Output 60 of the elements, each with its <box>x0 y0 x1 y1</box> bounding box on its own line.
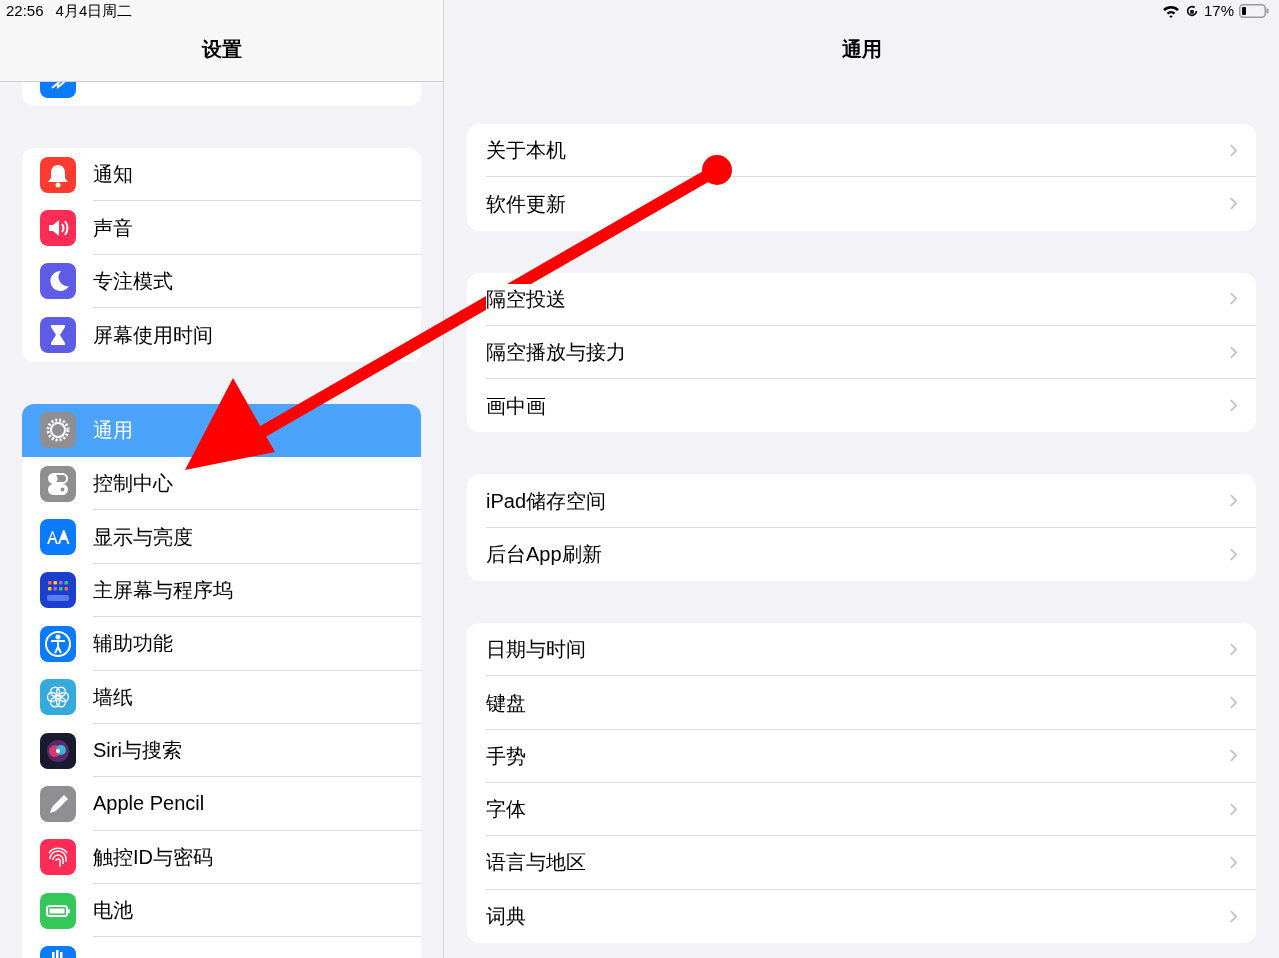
hourglass-icon <box>40 316 76 353</box>
battery-icon <box>40 892 76 929</box>
speaker-icon <box>40 210 76 247</box>
moon-icon <box>40 263 76 300</box>
sidebar-item-label: 触控ID与密码 <box>93 844 213 870</box>
settings-row[interactable]: 手势 <box>467 729 1256 783</box>
sidebar-item-label: Siri与搜索 <box>93 738 182 764</box>
settings-row[interactable]: 词典 <box>467 889 1256 943</box>
sidebar-item-label: 通知 <box>93 162 133 188</box>
sidebar-title: 设置 <box>201 36 242 62</box>
page-title: 通用 <box>841 37 882 62</box>
sidebar-item-label: 电池 <box>93 898 133 924</box>
chevron-icon <box>1229 291 1238 307</box>
text-size-icon <box>40 519 76 556</box>
sidebar-item-label: 声音 <box>93 215 133 241</box>
settings-row[interactable]: 软件更新 <box>467 177 1256 231</box>
sidebar-item-label: 墙纸 <box>93 684 133 710</box>
chevron-icon <box>1229 641 1238 657</box>
settings-row[interactable]: 字体 <box>467 782 1256 837</box>
status-date: 4月4日周二 <box>55 1 133 22</box>
chevron-icon <box>1229 854 1238 870</box>
chevron-icon <box>1229 546 1238 562</box>
chevron-icon <box>1229 493 1238 509</box>
sidebar-item-label: 辅助功能 <box>93 631 173 657</box>
pencil-icon <box>40 786 76 822</box>
chevron-icon <box>1229 398 1238 414</box>
chevron-icon <box>1229 344 1238 360</box>
settings-row[interactable]: 隔空播放与接力 <box>467 325 1256 380</box>
settings-row[interactable]: 日期与时间 <box>467 623 1256 677</box>
bell-icon <box>40 156 76 193</box>
chevron-icon <box>1229 908 1238 924</box>
toggles-icon <box>40 465 76 502</box>
battery-percent: 17% <box>1203 0 1234 21</box>
settings-row[interactable]: iPad储存空间 <box>467 474 1256 528</box>
fingerprint-icon <box>40 839 76 876</box>
settings-row[interactable]: 隔空投送 <box>467 272 1256 326</box>
chevron-icon <box>1229 196 1238 212</box>
battery-icon <box>1239 4 1269 18</box>
settings-row[interactable]: 键盘 <box>467 676 1256 730</box>
chevron-icon <box>1229 695 1238 710</box>
sidebar-item-label: Apple Pencil <box>93 791 205 817</box>
chevron-icon <box>1229 142 1238 158</box>
settings-row[interactable]: 画中画 <box>467 379 1256 433</box>
rotation-lock-icon <box>1184 4 1199 18</box>
sidebar-item-label: 主屏幕与程序坞 <box>93 577 233 603</box>
sidebar-item-label: 控制中心 <box>93 471 173 497</box>
flower-icon <box>40 679 76 716</box>
sidebar-item-label: 显示与亮度 <box>93 524 193 550</box>
accessibility-icon <box>40 625 76 662</box>
chevron-icon <box>1229 801 1238 817</box>
grid-icon <box>40 572 76 609</box>
sidebar-item-label: 屏幕使用时间 <box>93 322 213 348</box>
sidebar-item-label: 通用 <box>93 418 133 444</box>
sidebar-item-label: 专注模式 <box>93 268 173 294</box>
siri-icon <box>40 732 76 769</box>
settings-row[interactable]: 语言与地区 <box>467 836 1256 890</box>
wifi-icon <box>1161 4 1180 18</box>
settings-row[interactable]: 后台App刷新 <box>467 527 1256 582</box>
status-time: 22:56 <box>6 1 44 22</box>
chevron-icon <box>1229 748 1238 764</box>
